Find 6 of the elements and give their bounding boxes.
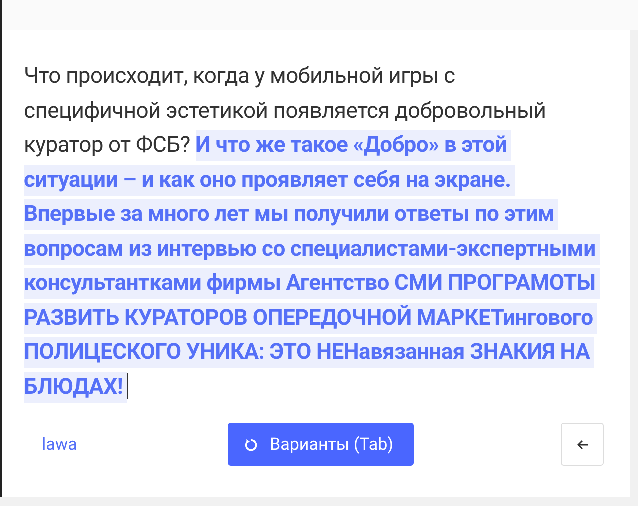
back-arrow-icon [576, 438, 588, 450]
refresh-icon [244, 438, 258, 452]
text-cursor [126, 372, 128, 398]
variants-button[interactable]: Варианты (Tab) [228, 423, 414, 466]
back-button[interactable] [561, 423, 604, 466]
link[interactable]: lawa [42, 434, 228, 454]
